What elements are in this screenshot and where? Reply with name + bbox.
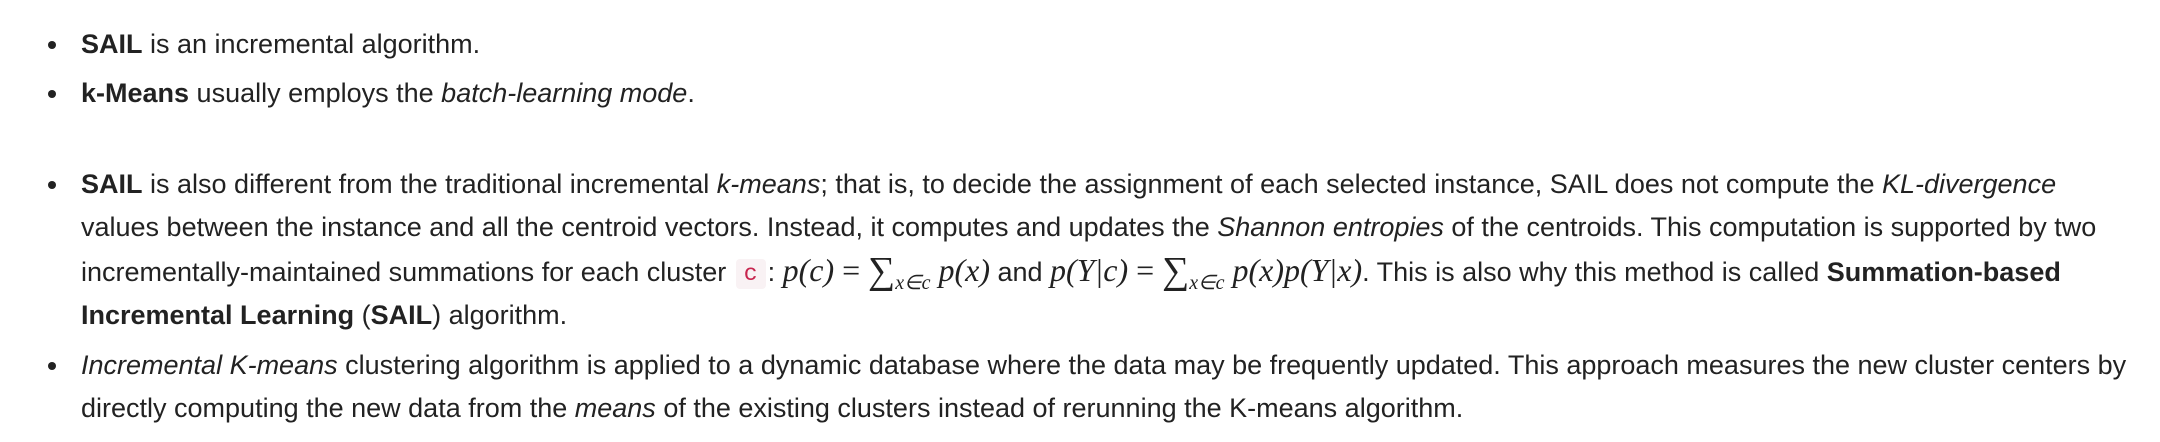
paragraph-text: : — [767, 257, 783, 287]
term-kl-divergence: KL-divergence — [1881, 169, 2057, 199]
formula-equals: = — [1136, 252, 1155, 288]
term-sail: SAIL — [81, 29, 143, 59]
formula-p-of-y-given-c: p(Y|c) = ∑x∈c p(x)p(Y|x) — [1050, 250, 1363, 293]
paragraph-text: ) algorithm. — [432, 300, 568, 330]
list-item-sail-incremental: SAIL is an incremental algorithm. — [0, 23, 2160, 66]
formula-rhs: p(x)p(Y|x) — [1232, 252, 1363, 288]
paragraph-text: values between the instance and all the … — [81, 212, 1218, 242]
summation-symbol: ∑ — [868, 250, 896, 292]
bullet-list-top: SAIL is an incremental algorithm. k-Mean… — [0, 23, 2160, 121]
list-item-kmeans-batch: k-Means usually employs the batch-learni… — [0, 72, 2160, 115]
term-incremental-k-means: Incremental K-means — [81, 350, 338, 380]
term-batch-learning-mode: batch-learning mode — [441, 78, 688, 108]
paragraph-text: ; that is, to decide the assignment of e… — [820, 169, 1882, 199]
formula-equals: = — [842, 252, 861, 288]
formula-lhs: p(Y|c) — [1050, 252, 1129, 288]
term-kmeans: k-Means — [81, 78, 190, 108]
list-item-text-end: . — [687, 78, 695, 108]
list-item-sail-description: SAIL is also different from the traditio… — [0, 163, 2160, 337]
bullet-list-bottom: SAIL is also different from the traditio… — [0, 163, 2160, 430]
paragraph-text: ( — [354, 300, 371, 330]
term-means: means — [574, 393, 656, 423]
paragraph-text: is also different from the traditional i… — [142, 169, 717, 199]
summation-subscript: x∈c — [1189, 272, 1225, 294]
formula-p-of-c: p(c) = ∑x∈c p(x) — [782, 250, 990, 293]
term-k-means: k-means — [716, 169, 821, 199]
paragraph-text: of the existing clusters instead of reru… — [655, 393, 1464, 423]
formula-rhs: p(x) — [938, 252, 990, 288]
term-sail: SAIL — [81, 169, 143, 199]
paragraph-text: and — [989, 257, 1051, 287]
list-item-text: usually employs the — [189, 78, 442, 108]
list-item-incremental-kmeans: Incremental K-means clustering algorithm… — [0, 344, 2160, 430]
inline-code-cluster: c — [735, 259, 766, 289]
term-sail-acronym: SAIL — [370, 300, 433, 330]
document-page: SAIL is an incremental algorithm. k-Mean… — [0, 0, 2160, 442]
paragraph-text: . This is also why this method is called — [1362, 257, 1827, 287]
summation-symbol: ∑ — [1162, 250, 1190, 292]
list-item-text: is an incremental algorithm. — [142, 29, 481, 59]
formula-lhs: p(c) — [782, 252, 835, 288]
term-shannon-entropies: Shannon entropies — [1217, 212, 1444, 242]
summation-subscript: x∈c — [895, 272, 931, 294]
